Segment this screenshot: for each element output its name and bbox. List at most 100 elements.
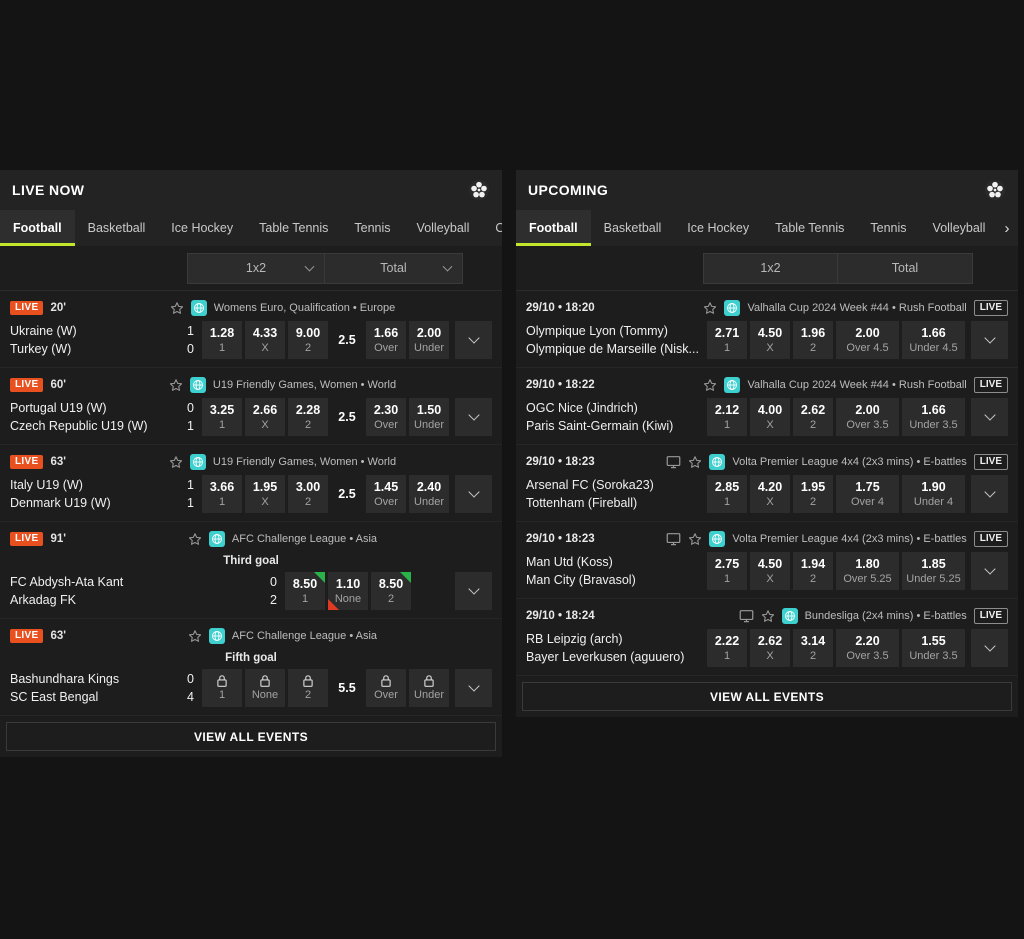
odd-button[interactable]: 1.90 Under 4 [902,475,965,513]
sport-tab-table-tennis[interactable]: Table Tennis [246,210,341,246]
team-names[interactable]: Olympique Lyon (Tommy) Olympique de Marse… [526,323,707,357]
sport-tab-basketball[interactable]: Basketball [75,210,159,246]
team-names[interactable]: RB Leipzig (arch) Bayer Leverkusen (aguue… [526,631,707,665]
team-names[interactable]: Man Utd (Koss) Man City (Bravasol) [526,554,707,588]
odd-button[interactable]: 2.00 Over 4.5 [836,321,899,359]
star-icon[interactable] [703,378,717,392]
odd-button[interactable]: 1.94 2 [793,552,833,590]
sport-tab-others[interactable]: Others [482,210,502,246]
odd-button[interactable]: 1.75 Over 4 [836,475,899,513]
odd-button[interactable]: 2.62 2 [793,398,833,436]
odd-button[interactable]: 9.00 2 [288,321,328,359]
star-icon[interactable] [688,532,702,546]
odd-button[interactable]: 1.66 Under 3.5 [902,398,965,436]
upcoming-view-all-events-button[interactable]: VIEW ALL EVENTS [522,682,1012,711]
expand-event-button[interactable] [455,475,492,513]
sport-tab-ice-hockey[interactable]: Ice Hockey [158,210,246,246]
odd-button[interactable]: 3.66 1 [202,475,242,513]
team-names[interactable]: Ukraine (W) Turkey (W) [10,323,172,357]
odd-button[interactable]: 1.95 2 [793,475,833,513]
sport-tab-table-tennis[interactable]: Table Tennis [762,210,857,246]
soccer-ball-icon[interactable] [984,179,1006,201]
sport-tab-football[interactable]: Football [516,210,591,246]
star-icon[interactable] [688,455,702,469]
expand-event-button[interactable] [971,475,1008,513]
team-names[interactable]: OGC Nice (Jindrich) Paris Saint-Germain (… [526,400,707,434]
odd-button[interactable]: 2.40 Under [409,475,449,513]
odd-button[interactable]: 2.71 1 [707,321,747,359]
expand-event-button[interactable] [455,398,492,436]
odd-button[interactable]: 2.22 1 [707,629,747,667]
sport-tab-tennis[interactable]: Tennis [857,210,919,246]
sport-tab-volleyball[interactable]: Volleyball [404,210,483,246]
star-icon[interactable] [761,609,775,623]
expand-event-button[interactable] [971,321,1008,359]
team-names[interactable]: Bashundhara Kings SC East Bengal [10,671,172,705]
expand-event-button[interactable] [971,629,1008,667]
odd-button[interactable]: 1.50 Under [409,398,449,436]
expand-event-button[interactable] [455,321,492,359]
expand-event-button[interactable] [971,552,1008,590]
star-icon[interactable] [703,301,717,315]
team-names[interactable]: Italy U19 (W) Denmark U19 (W) [10,477,172,511]
odd-button[interactable]: 2 [288,669,328,707]
live-filter-1x2[interactable]: 1x2 [187,252,325,284]
odd-button[interactable]: 1.96 2 [793,321,833,359]
odd-button[interactable]: 4.50 X [750,321,790,359]
sport-tab-volleyball[interactable]: Volleyball [920,210,999,246]
sport-tab-ice-hockey[interactable]: Ice Hockey [674,210,762,246]
sport-tab-basketball[interactable]: Basketball [591,210,675,246]
odd-button[interactable]: 3.14 2 [793,629,833,667]
odd-button[interactable]: 1 [202,669,242,707]
soccer-ball-icon[interactable] [468,179,490,201]
odd-button[interactable]: 4.00 X [750,398,790,436]
live-view-all-events-button[interactable]: VIEW ALL EVENTS [6,722,496,751]
upcoming-filter-total[interactable]: Total [838,252,973,284]
odd-button[interactable]: 4.50 X [750,552,790,590]
tv-icon[interactable] [666,532,681,546]
odd-button[interactable]: Over [366,669,406,707]
odd-button[interactable]: 2.66 X [245,398,285,436]
odd-button[interactable]: 2.28 2 [288,398,328,436]
odd-button[interactable]: 3.00 2 [288,475,328,513]
odd-button[interactable]: 1.28 1 [202,321,242,359]
tv-icon[interactable] [739,609,754,623]
star-icon[interactable] [170,301,184,315]
odd-button[interactable]: 2.20 Over 3.5 [836,629,899,667]
odd-button[interactable]: 2.30 Over [366,398,406,436]
team-names[interactable]: Portugal U19 (W) Czech Republic U19 (W) [10,400,172,434]
star-icon[interactable] [169,455,183,469]
odd-button[interactable]: 2.12 1 [707,398,747,436]
live-filter-total[interactable]: Total [325,252,463,284]
odd-button[interactable]: 1.10 None [328,572,368,610]
odd-button[interactable]: 1.85 Under 5.25 [902,552,965,590]
expand-event-button[interactable] [455,669,492,707]
star-icon[interactable] [169,378,183,392]
expand-event-button[interactable] [971,398,1008,436]
star-icon[interactable] [188,629,202,643]
expand-event-button[interactable] [455,572,492,610]
odd-button[interactable]: 2.62 X [750,629,790,667]
sport-tab-tennis[interactable]: Tennis [341,210,403,246]
odd-button[interactable]: 1.66 Over [366,321,406,359]
odd-button[interactable]: 8.50 1 [285,572,325,610]
odd-button[interactable]: 4.33 X [245,321,285,359]
tv-icon[interactable] [666,455,681,469]
odd-button[interactable]: 4.20 X [750,475,790,513]
odd-button[interactable]: 3.25 1 [202,398,242,436]
team-names[interactable]: FC Abdysh-Ata Kant Arkadag FK [10,574,255,608]
odd-button[interactable]: None [245,669,285,707]
sport-tab-football[interactable]: Football [0,210,75,246]
odd-button[interactable]: 1.95 X [245,475,285,513]
odd-button[interactable]: 8.50 2 [371,572,411,610]
odd-button[interactable]: 1.80 Over 5.25 [836,552,899,590]
odd-button[interactable]: 1.55 Under 3.5 [902,629,965,667]
team-names[interactable]: Arsenal FC (Soroka23) Tottenham (Fireball… [526,477,707,511]
odd-button[interactable]: 1.45 Over [366,475,406,513]
odd-button[interactable]: 2.00 Under [409,321,449,359]
odd-button[interactable]: Under [409,669,449,707]
upcoming-filter-1x2[interactable]: 1x2 [703,252,838,284]
odd-button[interactable]: 2.85 1 [707,475,747,513]
chevron-right-icon[interactable]: › [996,210,1018,246]
star-icon[interactable] [188,532,202,546]
